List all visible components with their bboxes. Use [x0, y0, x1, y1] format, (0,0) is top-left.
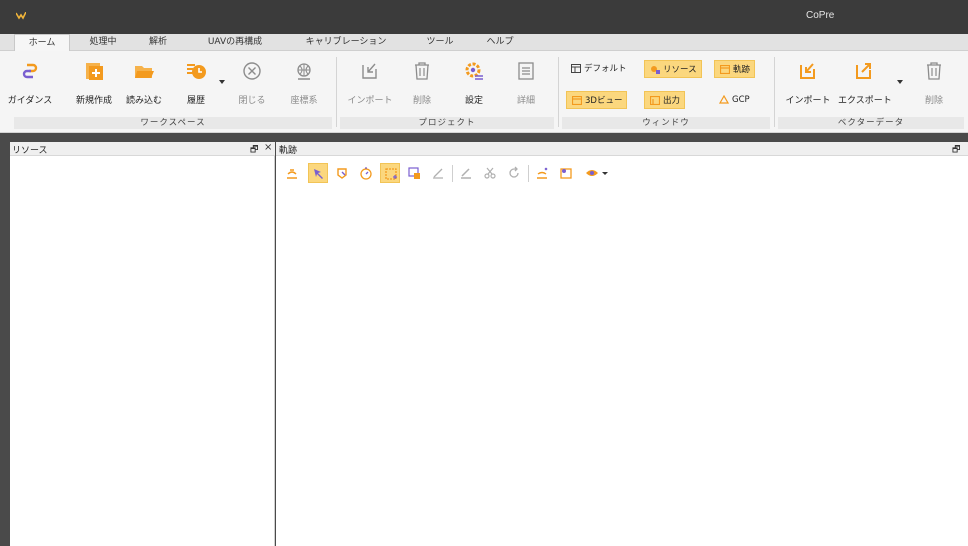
vector-export-icon: [856, 63, 871, 79]
import-icon: [362, 63, 377, 79]
tab-home[interactable]: ホーム: [14, 34, 70, 52]
new-icon: [86, 63, 103, 80]
path-tool-icon: [287, 169, 297, 179]
trajectory-panel-title: 軌跡: [279, 146, 298, 156]
title-bar: CoPre: [0, 0, 968, 34]
window-3d-view-button[interactable]: 3Dビュー: [566, 91, 628, 109]
lasso-icon: [337, 168, 347, 179]
details-icon: [518, 62, 534, 80]
measure-tool[interactable]: [428, 163, 448, 183]
vector-export-button[interactable]: エクスポート: [838, 61, 892, 111]
layer-check-tool[interactable]: [404, 163, 424, 183]
settings-icon: [465, 62, 483, 80]
tab-calibration[interactable]: キャリブレーション: [290, 34, 402, 51]
project-settings-button[interactable]: 設定: [448, 61, 500, 111]
tab-help[interactable]: ヘルプ: [476, 34, 524, 51]
edit-line-icon: [461, 168, 471, 179]
route-icon: [537, 167, 548, 179]
app-logo-icon: [16, 12, 26, 20]
measure-icon: [433, 168, 443, 179]
workspace-group-label: ワークスペース: [14, 117, 332, 129]
window-output-button[interactable]: 出力: [644, 91, 686, 109]
vector-import-button[interactable]: インポート: [782, 61, 834, 111]
rotate-icon: [509, 166, 519, 178]
ribbon-divider: [558, 57, 559, 127]
toolbar-separator: [528, 165, 529, 182]
timer-icon: [360, 167, 372, 180]
edit-line-tool[interactable]: [456, 163, 476, 183]
rotate-tool[interactable]: [504, 163, 524, 183]
ribbon: ガイダンス 新規作成 読み込む 履歴 閉じる 座標系 ワークスペース インポート…: [0, 51, 968, 133]
left-edge: [0, 142, 10, 546]
vector-import-icon: [800, 63, 815, 79]
window-group-label: ウィンドウ: [562, 117, 770, 129]
new-button[interactable]: 新規作成: [68, 61, 120, 111]
gcp-icon: [719, 95, 729, 104]
vector-delete-button[interactable]: 削除: [908, 61, 960, 111]
resource-panel-header: リソース 🗗 ×: [10, 142, 275, 156]
guidance-icon: [22, 63, 38, 79]
guidance-button[interactable]: ガイダンス: [4, 61, 56, 111]
output-icon: [650, 96, 660, 105]
trajectory-panel-body[interactable]: [276, 156, 968, 546]
resource-close-icon[interactable]: ×: [264, 142, 272, 153]
history-button[interactable]: 履歴: [170, 61, 222, 111]
timer-tool[interactable]: [356, 163, 376, 183]
close-circle-icon: [243, 62, 261, 80]
map-icon: [560, 168, 572, 179]
box-select-icon: [385, 168, 397, 180]
globe-icon: [297, 63, 311, 80]
close-button[interactable]: 閉じる: [226, 61, 278, 111]
tab-analysis[interactable]: 解析: [138, 34, 178, 51]
menu-bar: ホーム 処理中 解析 UAVの再構成 キャリブレーション ツール ヘルプ: [0, 34, 968, 52]
open-folder-icon: [135, 66, 154, 78]
select-tool[interactable]: [308, 163, 328, 183]
layer-check-icon: [408, 167, 420, 179]
tab-processing[interactable]: 処理中: [80, 34, 126, 51]
tab-tools[interactable]: ツール: [416, 34, 464, 51]
coordinate-system-button[interactable]: 座標系: [278, 61, 330, 111]
open-button[interactable]: 読み込む: [118, 61, 170, 111]
ribbon-divider: [336, 57, 337, 127]
window-gcp-button[interactable]: GCP: [714, 91, 754, 109]
project-import-button[interactable]: インポート: [344, 61, 396, 111]
export-dropdown-icon[interactable]: [897, 80, 903, 84]
project-details-button[interactable]: 詳細: [500, 61, 552, 111]
resource-icon: [651, 66, 660, 74]
vector-delete-icon: [927, 62, 941, 80]
lasso-tool[interactable]: [332, 163, 352, 183]
window-resource-button[interactable]: リソース: [644, 60, 702, 78]
window-trajectory-button[interactable]: 軌跡: [714, 60, 756, 78]
tab-uav-reconstruction[interactable]: UAVの再構成: [196, 34, 274, 51]
map-tool[interactable]: [556, 163, 576, 183]
box-select-tool[interactable]: [380, 163, 400, 183]
trajectory-panel-header: 軌跡 🗗: [276, 142, 968, 156]
3d-view-icon: [572, 96, 582, 105]
visibility-dropdown[interactable]: [582, 163, 612, 183]
project-delete-button[interactable]: 削除: [396, 61, 448, 111]
scissors-icon: [484, 167, 496, 179]
route-tool[interactable]: [532, 163, 552, 183]
default-layout-icon: [571, 64, 581, 73]
ribbon-divider: [774, 57, 775, 127]
history-dropdown-icon[interactable]: [219, 80, 225, 84]
eye-icon: [586, 170, 608, 176]
trash-icon: [415, 62, 429, 80]
trajectory-icon: [720, 65, 730, 74]
app-title: CoPre: [806, 10, 835, 21]
resource-panel-body[interactable]: [10, 156, 275, 546]
resource-panel-title: リソース: [12, 146, 48, 156]
toolbar-separator: [452, 165, 453, 182]
window-default-button[interactable]: デフォルト: [566, 60, 631, 78]
vector-group-label: ベクターデータ: [778, 117, 964, 129]
project-group-label: プロジェクト: [340, 117, 554, 129]
history-icon: [187, 64, 206, 79]
trajectory-path-tool[interactable]: [282, 163, 302, 183]
select-arrow-icon: [314, 169, 323, 179]
cut-tool[interactable]: [480, 163, 500, 183]
